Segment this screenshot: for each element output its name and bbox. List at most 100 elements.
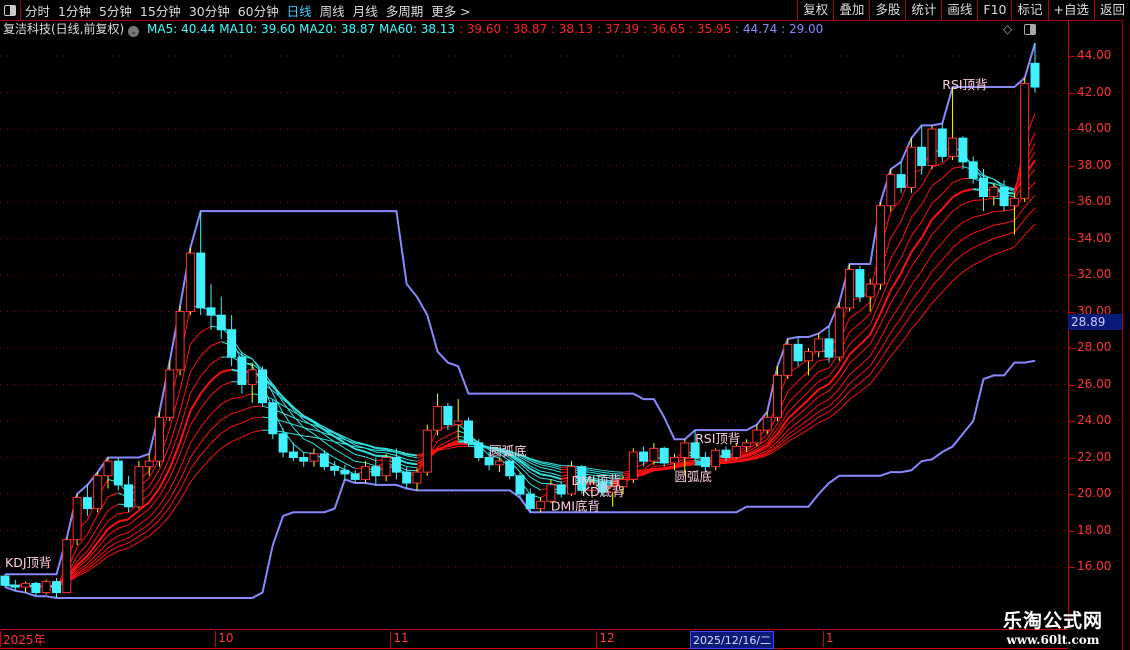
ma-ribbon-segment — [210, 432, 222, 444]
ma-ribbon-segment — [118, 547, 129, 552]
ma-ribbon-segment — [118, 524, 129, 529]
toolbar-button[interactable]: 多股 — [869, 0, 905, 20]
price-label: 32.00 — [1077, 267, 1112, 281]
ma-ribbon-segment — [931, 208, 944, 221]
toolbar-button[interactable]: F10 — [977, 0, 1011, 20]
time-label: 2025年 — [0, 631, 46, 647]
ma-ribbon-segment — [200, 363, 212, 377]
panel-icon — [4, 4, 16, 16]
ma-ribbon-segment — [941, 182, 953, 195]
candle-body — [979, 177, 988, 198]
toolbar-button[interactable]: +自选 — [1047, 0, 1094, 20]
candle-body — [443, 405, 453, 426]
ma-ribbon-segment — [221, 368, 232, 374]
ma-ribbon-segment — [282, 396, 295, 409]
signal-label: 圆弧底 — [489, 444, 527, 459]
tab-period[interactable]: 更多 > — [427, 4, 474, 19]
ma-ribbon-segment — [900, 217, 912, 241]
signal-label: KD底背 — [582, 484, 625, 499]
panel-toggle-button[interactable] — [0, 0, 21, 20]
tab-period[interactable]: 1分钟 — [54, 4, 95, 19]
price-label: 36.00 — [1077, 194, 1112, 208]
ma-ribbon-segment — [962, 216, 974, 223]
toolbar-button[interactable]: 复权 — [797, 0, 833, 20]
candle-body — [93, 475, 103, 510]
ma-ribbon-segment — [797, 382, 809, 394]
ma-ribbon-segment — [787, 435, 799, 443]
toolbar-button[interactable]: 叠加 — [833, 0, 869, 20]
ma-ribbon-segment — [684, 459, 696, 462]
candle-body — [464, 420, 473, 444]
ma-ribbon-segment — [818, 411, 830, 418]
ma-ribbon-segment — [993, 222, 1005, 226]
price-label: 42.00 — [1077, 84, 1112, 99]
ma-ribbon-segment — [910, 221, 923, 237]
ma-ribbon-segment — [200, 429, 212, 443]
tab-period[interactable]: 分时 — [21, 4, 54, 19]
ma-ribbon-segment — [828, 370, 841, 385]
ma-ribbon-segment — [653, 465, 665, 467]
diamond-icon[interactable]: ◇ — [1003, 21, 1012, 38]
candle-body — [258, 369, 267, 404]
tab-period[interactable]: 日线 — [283, 4, 316, 19]
ma-ribbon-segment — [97, 520, 109, 537]
ma-ribbon-segment — [973, 214, 984, 218]
price-tick — [1069, 311, 1075, 313]
toolbar-button[interactable]: 返回 — [1093, 0, 1130, 20]
ma-ribbon-segment — [1014, 219, 1026, 233]
ma-ribbon-segment — [200, 345, 212, 357]
toolbar-button[interactable]: 标记 — [1011, 0, 1047, 20]
ma-ribbon-segment — [406, 466, 418, 469]
price-tick — [1069, 165, 1075, 167]
candle-body — [752, 429, 762, 444]
ma-ribbon-segment — [993, 250, 1005, 256]
ma-ribbon-segment — [550, 475, 562, 481]
price-tick — [1069, 530, 1075, 532]
price-label: 44.00 — [1077, 48, 1112, 62]
candle-body — [391, 457, 401, 473]
tab-period[interactable]: 15分钟 — [136, 4, 185, 19]
ma-ribbon-segment — [334, 448, 346, 456]
ma-ribbon-segment — [189, 426, 202, 444]
tab-period[interactable]: 60分钟 — [234, 4, 283, 19]
tab-period[interactable]: 30分钟 — [185, 4, 234, 19]
ma-ribbon-segment — [952, 203, 964, 212]
candle-body — [937, 128, 947, 157]
ma-ribbon-segment — [911, 286, 923, 302]
ma-ribbon-segment — [190, 331, 202, 345]
candle-body — [196, 252, 206, 309]
ma-ribbon-segment — [869, 312, 882, 336]
panel-icon[interactable] — [1024, 24, 1036, 35]
ma-ribbon-segment — [406, 459, 418, 462]
ma-ribbon-segment — [962, 199, 974, 205]
ma-ribbon-segment — [684, 464, 696, 466]
ma-ribbon-segment — [973, 242, 984, 249]
ma-ribbon-segment — [890, 220, 902, 239]
ma-ribbon-segment — [303, 452, 315, 454]
tab-period[interactable]: 月线 — [349, 4, 382, 19]
ma60-value: MA60: 38.13 — [379, 22, 456, 36]
toolbar-button[interactable]: 统计 — [905, 0, 941, 20]
price-label: 22.00 — [1077, 449, 1112, 464]
ma-ribbon-segment — [1003, 231, 1015, 236]
tab-period[interactable]: 多周期 — [382, 4, 428, 19]
toolbar-button[interactable]: 画线 — [941, 0, 977, 20]
ma-ribbon-segment — [118, 518, 129, 523]
ma-ribbon-segment — [849, 365, 861, 375]
candle-body — [31, 582, 41, 594]
candle-body — [82, 497, 92, 510]
candle-body — [731, 446, 741, 458]
ma-ribbon-segment — [848, 344, 861, 356]
ma-ribbon-segment — [900, 284, 912, 304]
tab-period[interactable]: 5分钟 — [95, 4, 136, 19]
ribbon-values: : 39.60 : 38.87 : 38.13 : 37.39 : 36.65 … — [458, 22, 732, 36]
ma-ribbon-segment — [1024, 207, 1036, 220]
ma-ribbon-segment — [808, 360, 820, 372]
candle-body — [299, 457, 309, 462]
candle-body — [412, 471, 422, 484]
candle-body — [175, 311, 185, 371]
candlestick-chart[interactable]: KDJ顶背圆弧底DMI顶背KD底背DMI底背RSI顶背圆弧底RSI顶背 — [0, 38, 1068, 629]
chevron-down-icon[interactable]: ⌄ — [128, 26, 140, 37]
ma-ribbon-segment — [221, 441, 232, 449]
tab-period[interactable]: 周线 — [316, 4, 349, 19]
